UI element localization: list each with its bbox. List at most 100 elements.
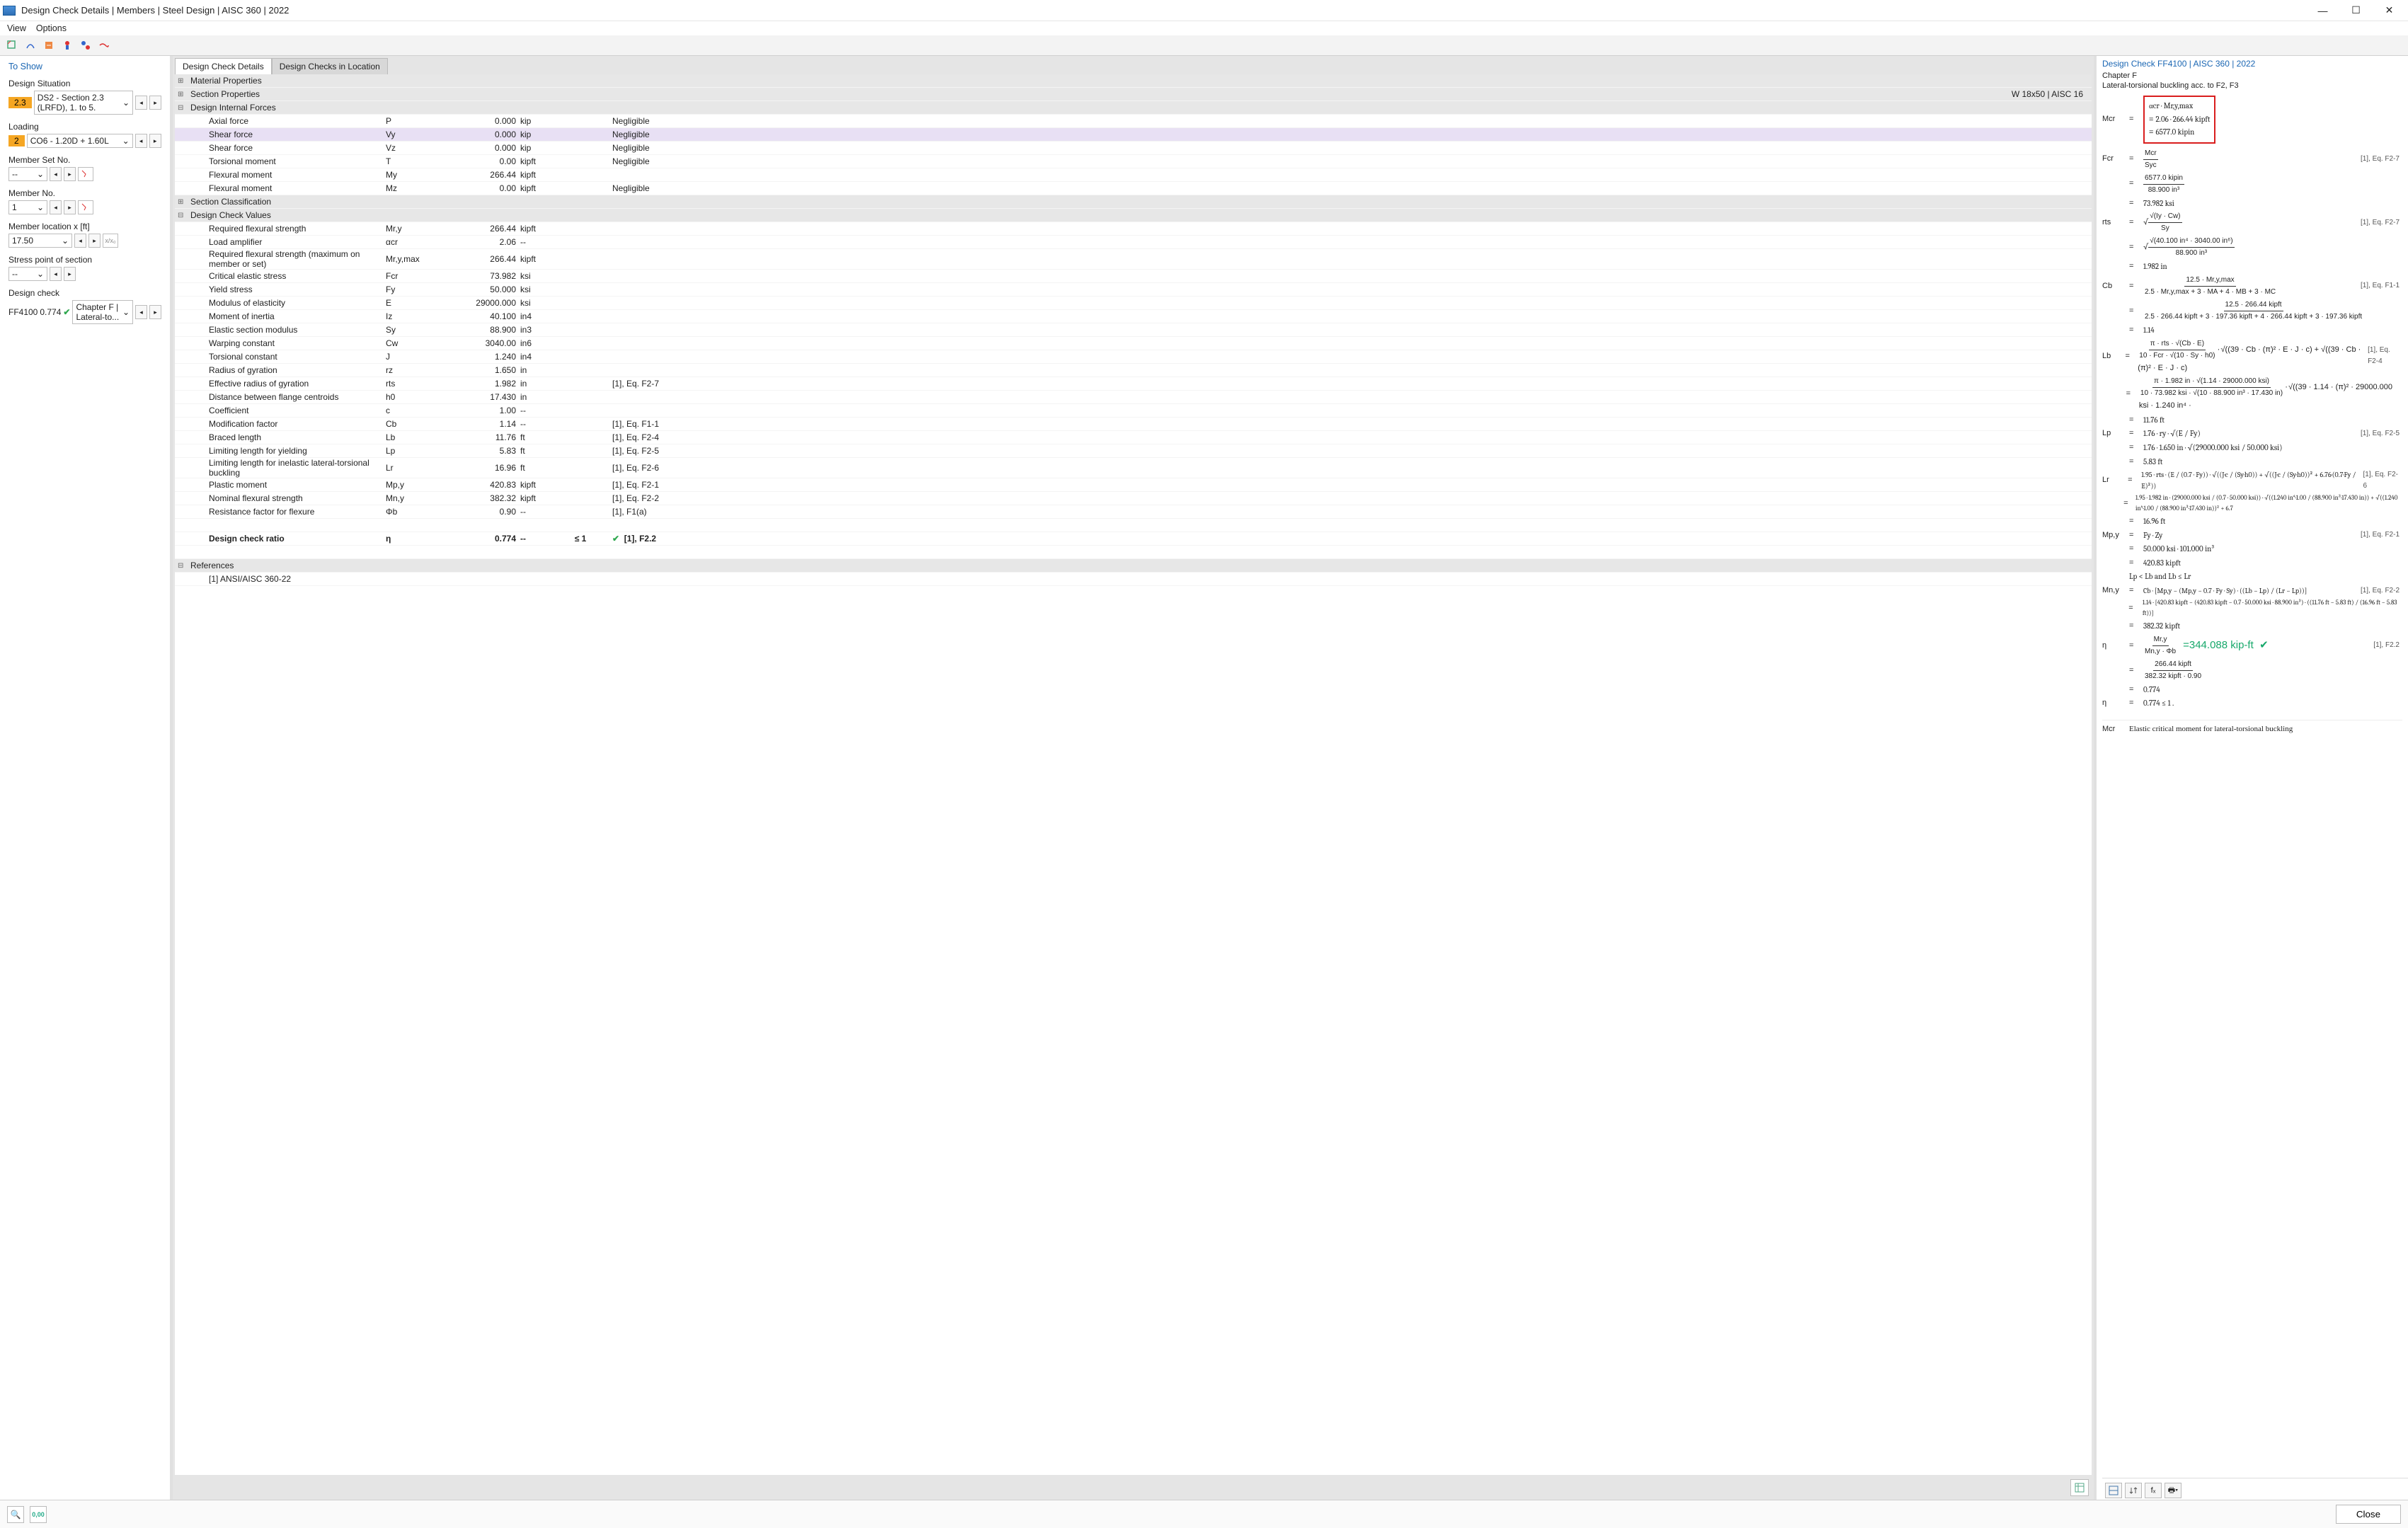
stress-label: Stress point of section — [8, 255, 161, 265]
table-row[interactable]: Torsional momentT0.00kipftNegligible — [175, 155, 2092, 168]
dc-prev-button[interactable]: ◂ — [135, 305, 147, 319]
table-row[interactable]: Critical elastic stressFcr73.982ksi — [175, 270, 2092, 283]
design-situation-combo[interactable]: DS2 - Section 2.3 (LRFD), 1. to 5.⌄ — [34, 91, 133, 115]
formula-area[interactable]: Mcr= αcr · Mr,y,max = 2.06 · 266.44 kipf… — [2102, 91, 2408, 1478]
result-highlight: =344.088 kip-ft ✔ — [2183, 637, 2269, 654]
memberno-label: Member No. — [8, 188, 161, 198]
expand-icon[interactable]: ⊞ — [178, 91, 188, 98]
memloc-next-button[interactable]: ▸ — [88, 234, 101, 248]
rtb-sort-icon[interactable] — [2125, 1483, 2142, 1498]
collapse-icon[interactable]: ⊟ — [178, 212, 188, 219]
stress-prev-button[interactable]: ◂ — [50, 267, 62, 281]
menu-bar: View Options — [0, 21, 2408, 35]
highlighted-formula-box: αcr · Mr,y,max = 2.06 · 266.44 kipft = 6… — [2143, 96, 2215, 144]
loading-combo[interactable]: CO6 - 1.20D + 1.60L⌄ — [27, 134, 133, 148]
memberno-combo[interactable]: 1⌄ — [8, 200, 47, 214]
table-row[interactable]: Limiting length for inelastic lateral-to… — [175, 458, 2092, 478]
subtitle-label: Lateral-torsional buckling acc. to F2, F… — [2102, 81, 2408, 90]
table-row[interactable]: Plastic momentMp,y420.83kipft[1], Eq. F2… — [175, 478, 2092, 492]
table-row[interactable]: Limiting length for yieldingLp5.83ft[1],… — [175, 444, 2092, 458]
memberset-combo[interactable]: -- ⌄ — [8, 167, 47, 181]
footer-units-icon[interactable]: 0,00 — [30, 1506, 47, 1523]
rtb-table-icon[interactable] — [2105, 1483, 2122, 1498]
table-row[interactable]: Warping constantCw3040.00in6 — [175, 337, 2092, 350]
table-row[interactable]: Torsional constantJ1.240in4 — [175, 350, 2092, 364]
toolbar-icon-4[interactable] — [59, 38, 75, 53]
footer-search-icon[interactable]: 🔍 — [7, 1506, 24, 1523]
table-row[interactable]: Moment of inertiaIz40.100in4 — [175, 310, 2092, 323]
table-row[interactable]: Nominal flexural strengthMn,y382.32kipft… — [175, 492, 2092, 505]
loading-prev-button[interactable]: ◂ — [135, 134, 147, 148]
memloc-xx0-button[interactable]: x/x₀ — [103, 234, 118, 248]
ds-badge: 2.3 — [8, 97, 32, 108]
toolbar-icon-2[interactable] — [23, 38, 38, 53]
details-grid[interactable]: ⊞Material Properties ⊞Section Properties… — [175, 74, 2092, 1475]
table-row[interactable]: Required flexural strength (maximum on m… — [175, 249, 2092, 270]
expand-icon[interactable]: ⊞ — [178, 77, 188, 85]
tab-location[interactable]: Design Checks in Location — [272, 58, 388, 74]
toolbar-icon-5[interactable] — [78, 38, 93, 53]
memberno-next-button[interactable]: ▸ — [64, 200, 76, 214]
ds-prev-button[interactable]: ◂ — [135, 96, 147, 110]
toolbar-icon-1[interactable] — [4, 38, 20, 53]
right-header: Design Check FF4100 | AISC 360 | 2022 — [2102, 59, 2408, 69]
rtb-print-icon[interactable]: 🖶▾ — [2165, 1483, 2181, 1498]
memberset-prev-button[interactable]: ◂ — [50, 167, 62, 181]
dc-next-button[interactable]: ▸ — [149, 305, 161, 319]
table-row[interactable]: Radius of gyrationrz1.650in — [175, 364, 2092, 377]
memberno-pick-button[interactable] — [78, 200, 93, 214]
table-settings-button[interactable] — [2070, 1479, 2089, 1496]
table-row[interactable]: Resistance factor for flexureΦb0.90--[1]… — [175, 505, 2092, 519]
main-toolbar — [0, 35, 2408, 56]
app-icon — [3, 6, 16, 16]
table-row[interactable]: Axial forceP0.000kipNegligible — [175, 115, 2092, 128]
memberset-next-button[interactable]: ▸ — [64, 167, 76, 181]
memloc-combo[interactable]: 17.50⌄ — [8, 234, 72, 248]
table-row[interactable]: Modification factorCb1.14--[1], Eq. F1-1 — [175, 418, 2092, 431]
memberno-prev-button[interactable]: ◂ — [50, 200, 62, 214]
menu-options[interactable]: Options — [36, 23, 67, 33]
table-row[interactable]: Load amplifierαcr2.06-- — [175, 236, 2092, 249]
close-window-button[interactable]: ✕ — [2373, 1, 2405, 21]
loading-next-button[interactable]: ▸ — [149, 134, 161, 148]
table-row[interactable]: Modulus of elasticityE29000.000ksi — [175, 297, 2092, 310]
table-row[interactable]: Yield stressFy50.000ksi — [175, 283, 2092, 297]
menu-view[interactable]: View — [7, 23, 26, 33]
expand-icon[interactable]: ⊞ — [178, 198, 188, 206]
table-row[interactable]: Braced lengthLb11.76ft[1], Eq. F2-4 — [175, 431, 2092, 444]
table-row[interactable]: Effective radius of gyrationrts1.982in[1… — [175, 377, 2092, 391]
minimize-button[interactable]: — — [2307, 1, 2339, 21]
memberset-pick-button[interactable] — [78, 167, 93, 181]
rtb-formula-icon[interactable]: fₓ — [2145, 1483, 2162, 1498]
collapse-icon[interactable]: ⊟ — [178, 562, 188, 570]
chevron-down-icon: ⌄ — [122, 136, 130, 146]
window-titlebar: Design Check Details | Members | Steel D… — [0, 0, 2408, 21]
table-row[interactable]: Required flexural strengthMr,y266.44kipf… — [175, 222, 2092, 236]
design-situation-label: Design Situation — [8, 79, 161, 88]
table-row[interactable]: Shear forceVy0.000kipNegligible — [175, 128, 2092, 142]
close-button[interactable]: Close — [2336, 1505, 2401, 1524]
memberset-label: Member Set No. — [8, 155, 161, 165]
maximize-button[interactable]: ☐ — [2340, 1, 2372, 21]
chevron-down-icon: ⌄ — [122, 307, 130, 317]
ds-next-button[interactable]: ▸ — [149, 96, 161, 110]
chevron-down-icon: ⌄ — [62, 236, 69, 246]
memloc-prev-button[interactable]: ◂ — [74, 234, 86, 248]
chevron-down-icon: ⌄ — [37, 269, 44, 279]
designcheck-combo[interactable]: Chapter F | Lateral-to...⌄ — [72, 300, 133, 324]
tab-details[interactable]: Design Check Details — [175, 58, 272, 74]
check-ok-icon: ✔ — [63, 307, 70, 317]
table-row[interactable]: Shear forceVz0.000kipNegligible — [175, 142, 2092, 155]
table-row[interactable]: Distance between flange centroidsh017.43… — [175, 391, 2092, 404]
table-row[interactable]: Flexural momentMy266.44kipft — [175, 168, 2092, 182]
right-panel: Design Check FF4100 | AISC 360 | 2022 Ch… — [2097, 56, 2408, 1503]
stress-combo[interactable]: -- ⌄ — [8, 267, 47, 281]
table-row[interactable]: Elastic section modulusSy88.900in3 — [175, 323, 2092, 337]
collapse-icon[interactable]: ⊟ — [178, 104, 188, 112]
stress-next-button[interactable]: ▸ — [64, 267, 76, 281]
chevron-down-icon: ⌄ — [37, 202, 44, 212]
table-row[interactable]: Coefficientc1.00-- — [175, 404, 2092, 418]
toolbar-icon-6[interactable] — [96, 38, 112, 53]
table-row[interactable]: Flexural momentMz0.00kipftNegligible — [175, 182, 2092, 195]
toolbar-icon-3[interactable] — [41, 38, 57, 53]
